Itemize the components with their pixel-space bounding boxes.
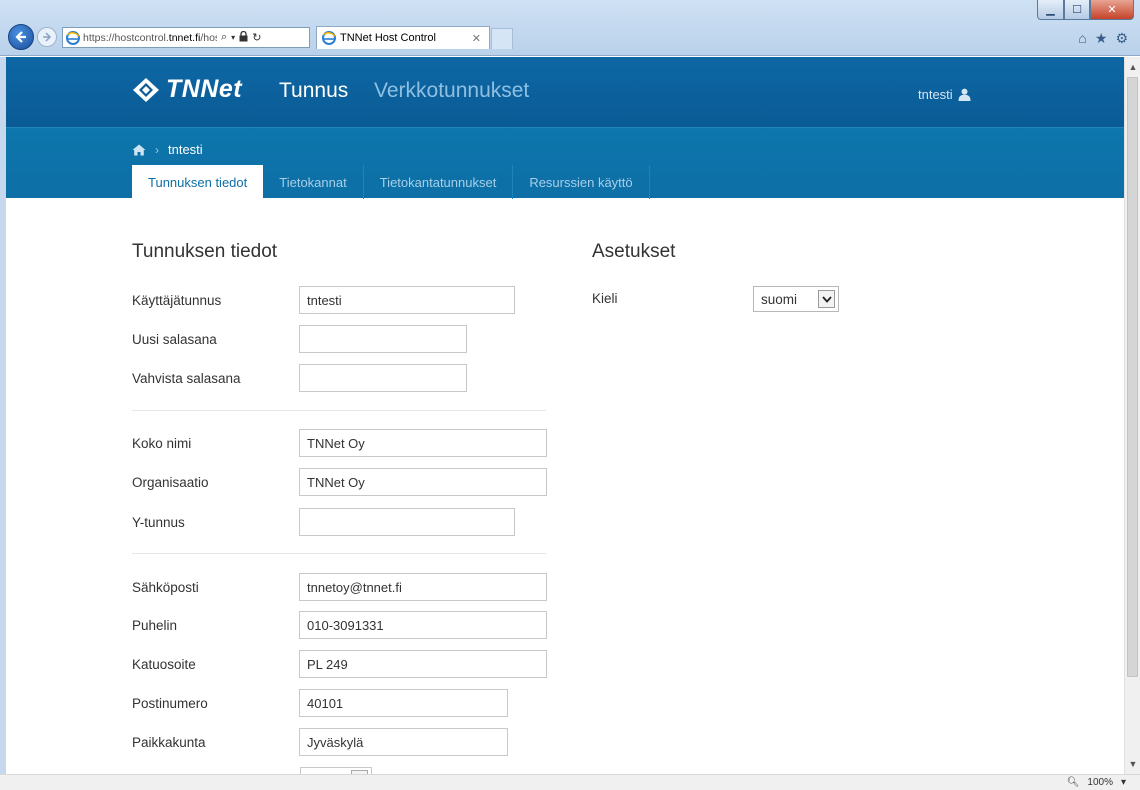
minimize-button[interactable]: ▁ [1037,0,1064,20]
back-button[interactable] [8,24,34,50]
scrollbar-thumb[interactable] [1127,77,1138,677]
dropdown-icon[interactable]: ▾ [231,33,235,42]
sub-header: › tntesti Tunnuksen tiedot Tietokannat T… [6,127,1124,199]
tab-resurssien-kaytto[interactable]: Resurssien käyttö [513,165,650,199]
form-row-koko-nimi: Koko nimi TNNet Oy [132,429,547,457]
city-field[interactable]: Jyväskylä [299,728,508,756]
divider [132,553,546,554]
close-tab-icon[interactable]: ✕ [472,32,481,45]
favorites-star-icon[interactable]: ★ [1095,30,1108,47]
ie-page-icon [66,30,80,45]
language-label: Kieli [592,291,618,306]
form-row-puhelin: Puhelin 010-3091331 [132,611,547,639]
form-row-sahkoposti: Sähköposti tnnetoy@tnnet.fi [132,573,547,601]
scroll-up-icon[interactable]: ▲ [1125,59,1140,75]
field-label: Sähköposti [132,579,199,595]
chevron-down-icon [818,290,835,308]
phone-field[interactable]: 010-3091331 [299,611,547,639]
address-text: https://hostcontrol.tnnet.fi/hoster [83,32,217,44]
scroll-down-icon[interactable]: ▼ [1125,756,1140,772]
browser-tab[interactable]: TNNet Host Control ✕ [316,26,490,49]
field-label: Katuosoite [132,656,196,672]
arrow-left-icon [15,31,26,43]
close-window-button[interactable]: ✕ [1090,0,1134,20]
refresh-icon[interactable]: ↻ [252,31,261,44]
forward-button[interactable] [37,27,57,47]
tab-tietokannat[interactable]: Tietokannat [263,165,364,199]
logo[interactable]: TNNet [132,75,242,104]
form-row-paikkakunta: Paikkakunta Jyväskylä [132,728,508,756]
field-label: Käyttäjätunnus [132,292,222,308]
vertical-scrollbar[interactable]: ▲ ▼ [1124,57,1140,774]
settings-heading: Asetukset [592,241,676,262]
url-domain: tnnet.fi [168,31,201,44]
home-icon[interactable] [132,144,146,156]
ie-tab-icon [322,31,336,45]
form-row-uusi-salasana: Uusi salasana [132,325,467,353]
user-name: tntesti [918,87,953,102]
zoom-level: 100% [1087,777,1113,788]
field-label: Koko nimi [132,435,192,451]
user-menu[interactable]: tntesti [918,87,971,102]
nav-verkkotunnukset[interactable]: Verkkotunnukset [374,79,529,103]
field-label: Organisaatio [132,474,209,490]
tnnet-diamond-icon [133,77,159,102]
language-select[interactable]: suomi [753,286,839,312]
confirm-password-field[interactable] [299,364,467,392]
maximize-button[interactable]: ☐ [1064,0,1090,20]
field-label: Uusi salasana [132,331,217,347]
field-label: Puhelin [132,617,178,633]
new-tab-button[interactable] [491,28,513,49]
page-viewport: TNNet Tunnus Verkkotunnukset tntesti › t… [0,57,1124,774]
divider [132,410,546,411]
username-field[interactable]: tntesti [299,286,515,314]
organization-field[interactable]: TNNet Oy [299,468,547,496]
breadcrumb-separator: › [155,142,159,157]
postal-code-field[interactable]: 40101 [299,689,508,717]
logo-text: TNNet [166,75,243,103]
language-value: suomi [761,291,798,307]
zoom-control[interactable]: 🔍︎ 100% ▾ [1067,777,1126,788]
form-row-y-tunnus: Y-tunnus [132,508,515,536]
email-field[interactable]: tnnetoy@tnnet.fi [299,573,547,601]
search-icon[interactable]: ⌕ [221,31,227,44]
arrow-right-icon [43,32,52,42]
user-icon [958,88,971,101]
url-suffix: /hoster [200,31,217,44]
tab-tunnuksen-tiedot[interactable]: Tunnuksen tiedot [132,165,264,199]
window-controls: ▁ ☐ ✕ [1037,0,1134,20]
form-row-organisaatio: Organisaatio TNNet Oy [132,468,547,496]
full-name-field[interactable]: TNNet Oy [299,429,547,457]
breadcrumb-current: tntesti [168,142,203,157]
form-row-kayttajatunnus: Käyttäjätunnus tntesti [132,286,515,314]
browser-toolbar: https://hostcontrol.tnnet.fi/hoster ⌕ ▾ … [0,0,1140,56]
tab-tietokantatunnukset[interactable]: Tietokantatunnukset [364,165,514,199]
form-row-katuosoite: Katuosoite PL 249 [132,650,547,678]
form-row-postinumero: Postinumero 40101 [132,689,508,717]
field-label: Paikkakunta [132,734,206,750]
field-label: Y-tunnus [132,514,185,530]
nav-tunnus[interactable]: Tunnus [279,79,348,103]
address-bar[interactable]: https://hostcontrol.tnnet.fi/hoster ⌕ ▾ … [62,27,310,48]
status-bar: 🔍︎ 100% ▾ [0,774,1140,790]
new-password-field[interactable] [299,325,467,353]
form-row-vahvista-salasana: Vahvista salasana [132,364,467,392]
lock-icon[interactable] [239,30,248,45]
business-id-field[interactable] [299,508,515,536]
field-label: Vahvista salasana [132,370,241,386]
home-icon[interactable]: ⌂ [1078,30,1086,47]
country-select[interactable] [300,767,372,774]
site-header: TNNet Tunnus Verkkotunnukset tntesti [6,57,1124,127]
ie-tools: ⌂ ★ ⚙ [1078,30,1128,47]
zoom-icon: 🔍︎ [1066,777,1080,788]
field-label: Postinumero [132,695,208,711]
account-tabs: Tunnuksen tiedot Tietokannat Tietokantat… [132,165,650,199]
breadcrumb: › tntesti [132,142,203,157]
url-prefix: https://hostcontrol. [83,31,169,44]
settings-gear-icon[interactable]: ⚙ [1115,30,1128,47]
street-address-field[interactable]: PL 249 [299,650,547,678]
tab-title: TNNet Host Control [340,32,436,44]
chevron-down-icon: ▾ [1120,777,1126,788]
account-heading: Tunnuksen tiedot [132,241,278,262]
